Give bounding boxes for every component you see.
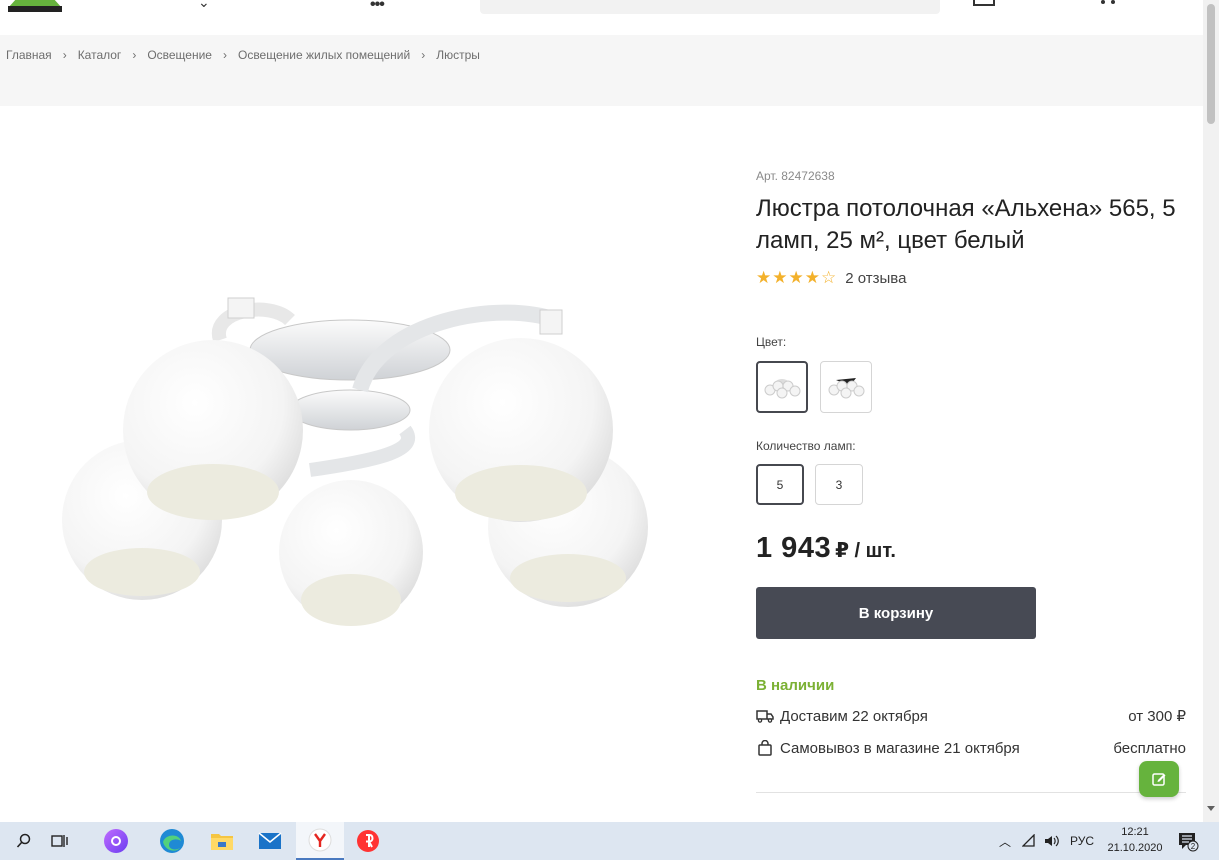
clock-date: 21.10.2020	[1107, 842, 1163, 854]
scroll-down-arrow-icon[interactable]	[1207, 806, 1215, 811]
language-indicator[interactable]: РУС	[1070, 834, 1094, 848]
file-explorer-icon[interactable]	[198, 822, 246, 860]
lamp-option-5[interactable]: 5	[756, 464, 804, 505]
catalog-menu-icon[interactable]: •••	[370, 0, 385, 14]
price-value: 1 943	[756, 532, 832, 564]
breadcrumb-home-lighting[interactable]: Освещение жилых помещений	[238, 48, 410, 62]
rating-stars: ★★★★☆	[756, 268, 837, 288]
lamps-label: Количество ламп:	[756, 439, 856, 453]
chevron-right-icon: ›	[132, 48, 137, 62]
compare-icon[interactable]	[973, 0, 995, 6]
truck-icon	[756, 707, 774, 725]
product-rating[interactable]: ★★★★☆ 2 отзыва	[756, 268, 906, 288]
product-price: 1 943 ₽ / шт.	[756, 532, 896, 565]
network-icon[interactable]	[1022, 834, 1036, 848]
cart-icon[interactable]	[1097, 0, 1119, 6]
clock-time: 12:21	[1121, 826, 1149, 838]
lamp-option-3[interactable]: 3	[815, 464, 863, 505]
windows-taskbar: ︿ РУС 12:21 21.10.2020 2	[0, 822, 1219, 860]
stock-status: В наличии	[756, 677, 835, 694]
volume-icon[interactable]	[1044, 834, 1060, 848]
delivery-text: Доставим 22 октября	[780, 707, 928, 725]
reviews-link[interactable]: 2 отзыва	[845, 270, 906, 287]
color-option-black[interactable]	[820, 361, 872, 413]
leroy-merlin-logo[interactable]	[2, 0, 68, 12]
chevron-down-icon[interactable]: ⌄	[198, 0, 210, 11]
system-tray: ︿ РУС	[996, 822, 1094, 860]
color-option-white-thumb	[764, 379, 801, 399]
notifications-icon[interactable]: 2	[1166, 822, 1210, 860]
mail-icon[interactable]	[246, 822, 294, 860]
scrollbar-thumb[interactable]	[1207, 4, 1215, 124]
breadcrumb-home[interactable]: Главная	[6, 48, 52, 62]
yandex-app-icon[interactable]	[344, 822, 392, 860]
edge-browser-icon[interactable]	[148, 822, 196, 860]
product-image[interactable]	[50, 280, 660, 650]
search-input[interactable]	[480, 0, 940, 14]
feedback-button[interactable]	[1139, 761, 1179, 797]
yandex-browser-icon[interactable]	[296, 822, 344, 860]
star-filled-icon: ★	[756, 268, 772, 287]
delivery-row: Доставим 22 октября от 300 ₽	[756, 706, 1186, 726]
task-view-icon[interactable]	[36, 822, 84, 860]
product-title: Люстра потолочная «Альхена» 565, 5 ламп,…	[756, 195, 1176, 254]
pickup-row: Самовывоз в магазине 21 октября бесплатн…	[756, 738, 1186, 758]
chevron-right-icon: ›	[421, 48, 426, 62]
clock[interactable]: 12:21 21.10.2020	[1102, 824, 1168, 856]
breadcrumb-catalog[interactable]: Каталог	[78, 48, 122, 62]
star-filled-icon: ★	[804, 268, 820, 287]
page: ⌄ ••• Главная › Каталог › Освещение › Ос…	[0, 0, 1219, 860]
breadcrumb-chandeliers[interactable]: Люстры	[436, 48, 480, 62]
breadcrumb-band: Главная › Каталог › Освещение › Освещени…	[0, 35, 1203, 106]
notifications-count: 2	[1191, 842, 1196, 851]
star-empty-icon: ☆	[821, 268, 837, 287]
edit-icon	[1152, 773, 1166, 786]
star-filled-icon: ★	[772, 268, 788, 287]
product-article: Арт. 82472638	[756, 169, 835, 183]
chevron-right-icon: ›	[62, 48, 67, 62]
star-filled-icon: ★	[788, 268, 804, 287]
add-to-cart-button[interactable]: В корзину	[756, 587, 1036, 639]
price-unit: ₽ / шт.	[835, 540, 896, 562]
divider	[756, 792, 1186, 793]
pickup-price: бесплатно	[1113, 739, 1186, 757]
pickup-text: Самовывоз в магазине 21 октября	[780, 739, 1020, 757]
color-option-white[interactable]	[756, 361, 808, 413]
delivery-price: от 300 ₽	[1128, 708, 1186, 725]
page-scrollbar[interactable]	[1203, 0, 1219, 822]
chevron-right-icon: ›	[222, 48, 227, 62]
breadcrumb: Главная › Каталог › Освещение › Освещени…	[6, 48, 480, 62]
shopping-bag-icon	[756, 739, 774, 757]
color-option-black-thumb	[828, 378, 865, 399]
breadcrumb-lighting[interactable]: Освещение	[147, 48, 212, 62]
chevron-up-icon[interactable]: ︿	[996, 833, 1014, 850]
alice-assistant-icon[interactable]	[92, 822, 140, 860]
site-header: ⌄ •••	[0, 0, 1203, 35]
color-label: Цвет:	[756, 335, 787, 349]
